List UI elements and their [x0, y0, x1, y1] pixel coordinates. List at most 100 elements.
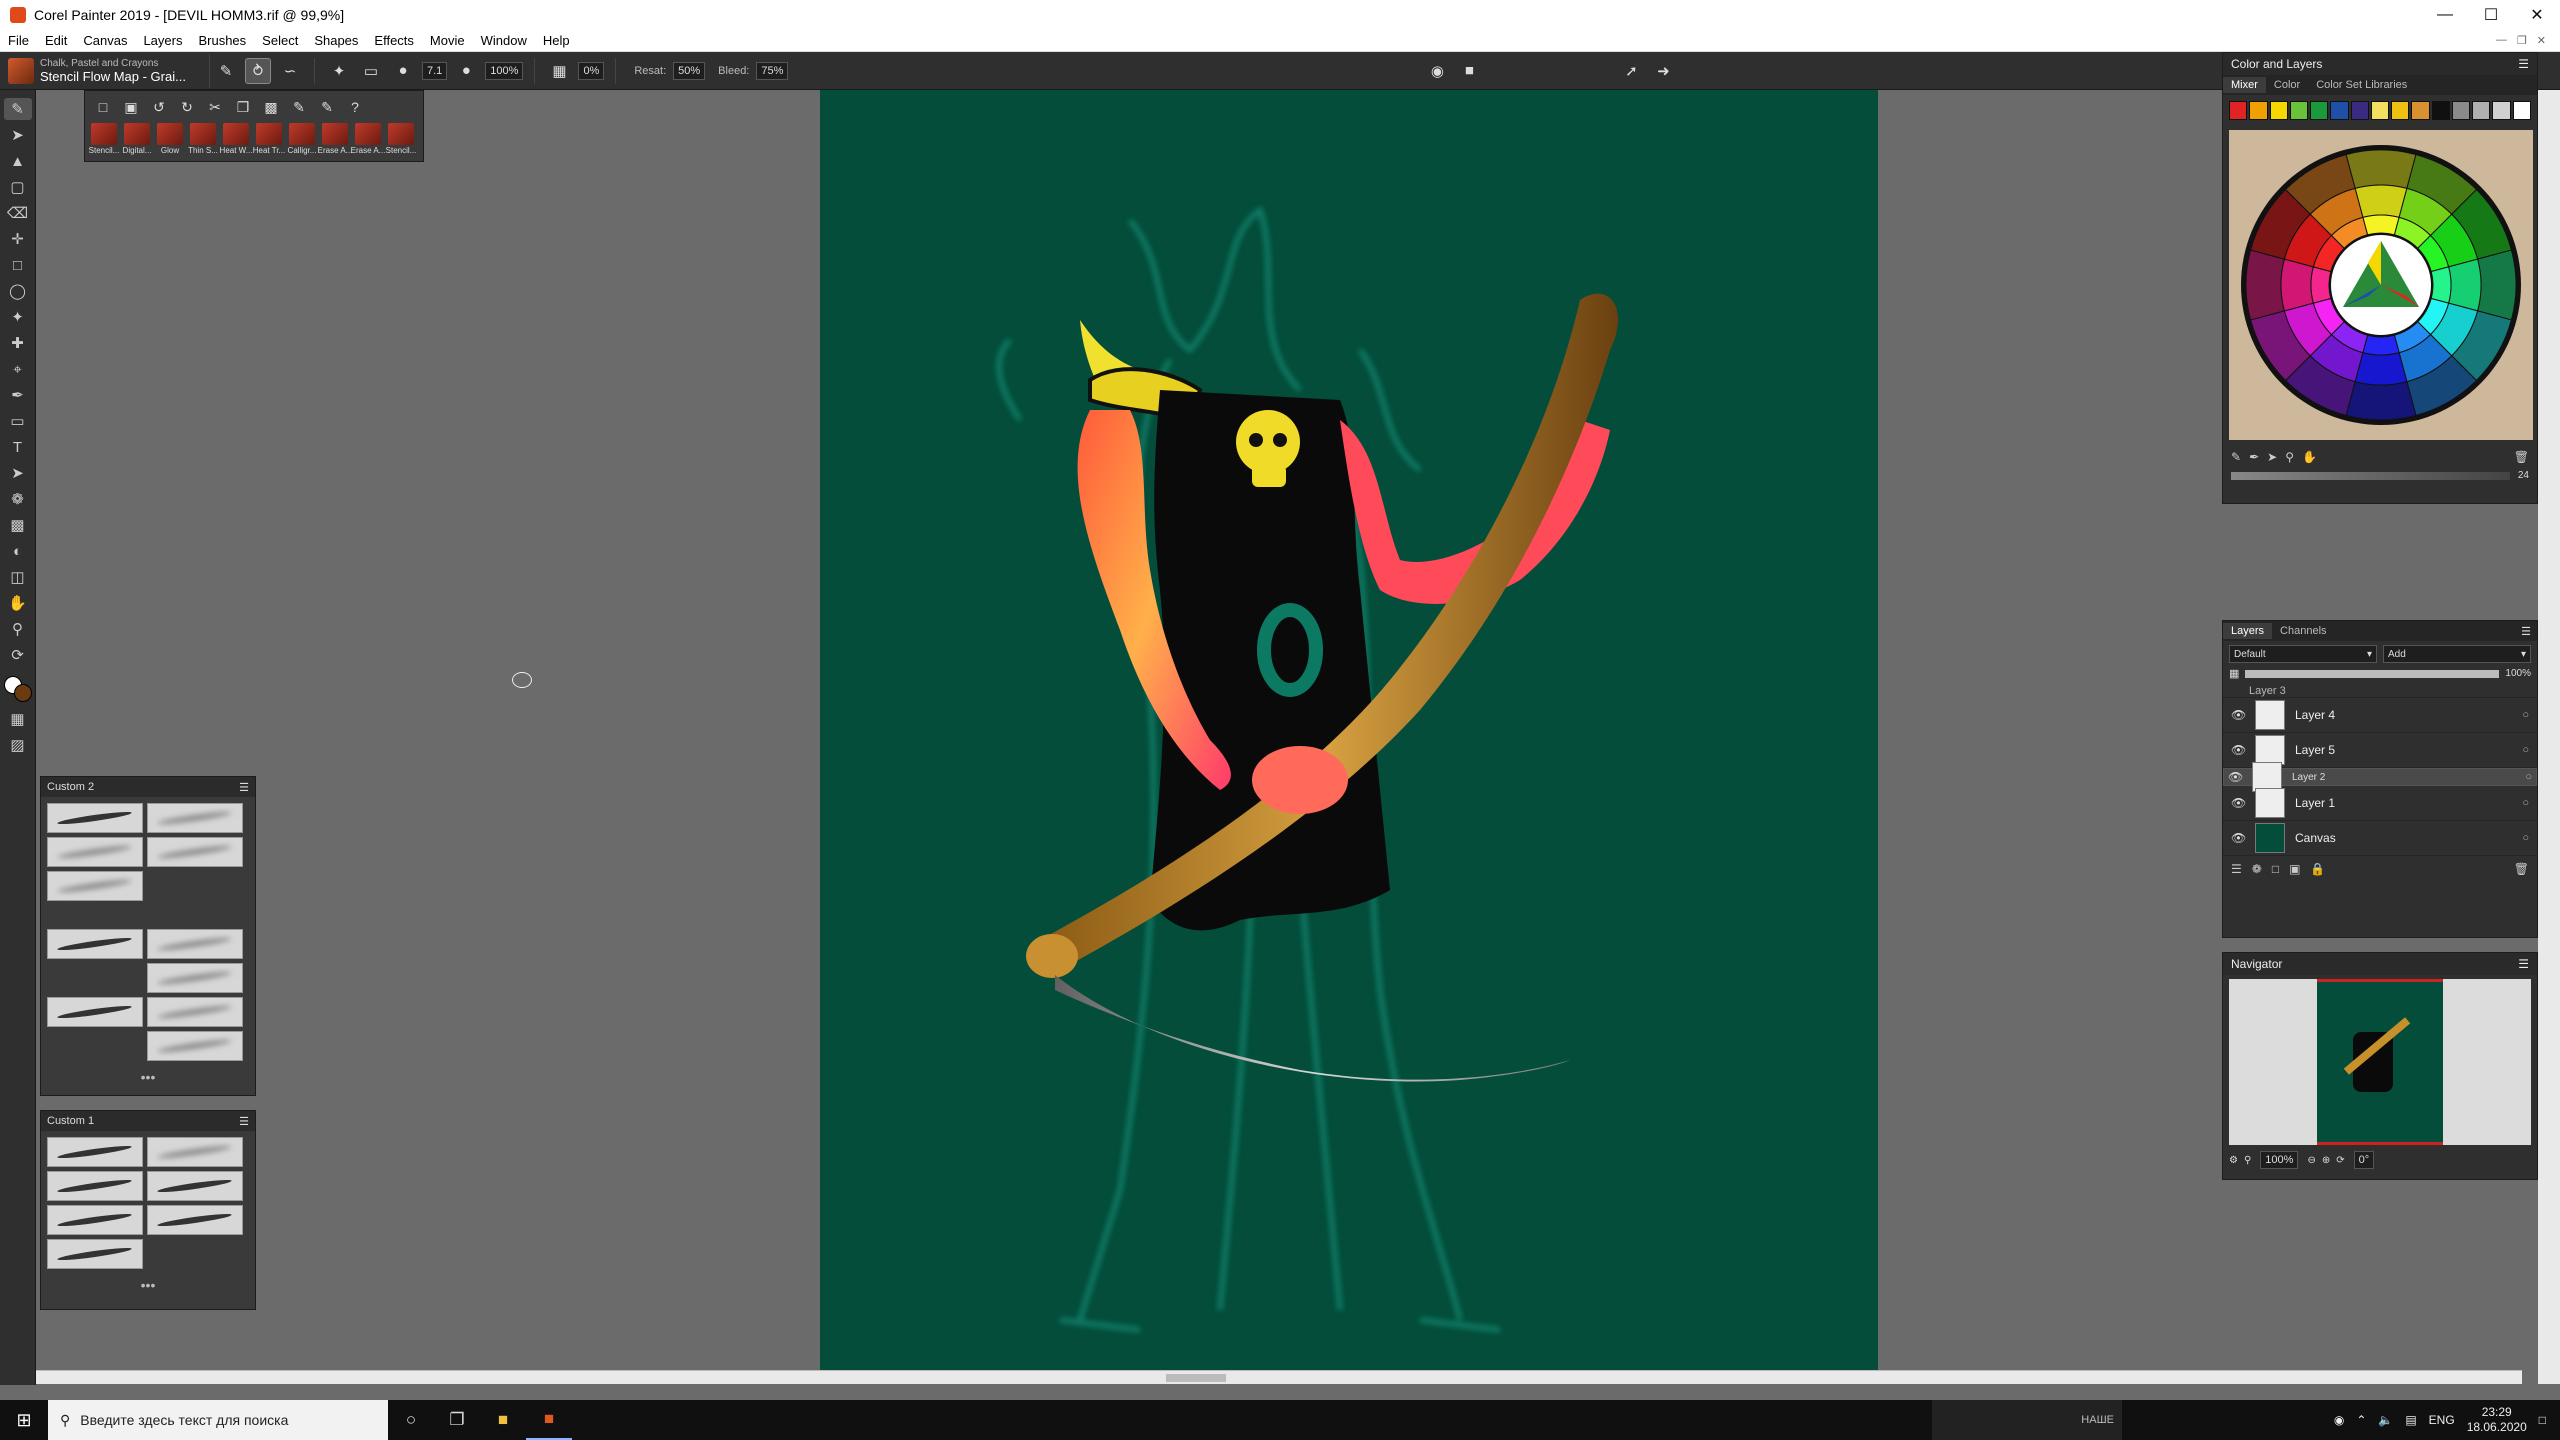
rectangle-shape-tool-icon[interactable]: ▭	[4, 410, 32, 432]
panel-menu-icon[interactable]: ☰	[2518, 57, 2529, 71]
brush-variant-cell[interactable]: Heat Tr...	[253, 123, 285, 157]
color-chip[interactable]	[2512, 101, 2531, 120]
undo-icon[interactable]: ↺	[147, 96, 171, 118]
visibility-eye-icon[interactable]: 👁	[2231, 796, 2249, 810]
brush-tracking-icon[interactable]: ✎	[213, 58, 239, 84]
shape-selection-tool-icon[interactable]: ➤	[4, 462, 32, 484]
brush-preset[interactable]	[47, 803, 143, 833]
crop-tool-icon[interactable]: ⌖	[4, 358, 32, 380]
color-chip[interactable]	[2330, 101, 2349, 120]
layer-row[interactable]: 👁 Canvas ○	[2223, 821, 2537, 856]
minimize-button[interactable]: —	[2422, 0, 2468, 30]
brush-variant-cell[interactable]: Heat W...	[220, 123, 252, 157]
brush-preset[interactable]	[147, 837, 243, 867]
grabber-tool-icon[interactable]: ✋	[4, 592, 32, 614]
volume-icon[interactable]: 🔈	[2378, 1413, 2393, 1427]
dropper-tool-icon[interactable]: ➤	[4, 124, 32, 146]
mixer-brush-icon[interactable]: ✎	[2231, 450, 2241, 464]
layer-lock-icon[interactable]: ○	[2522, 797, 2529, 809]
color-wheel-segment[interactable]	[2362, 334, 2400, 356]
brush-variant-cell[interactable]: Stencil...	[89, 123, 119, 157]
brush-variant-cell[interactable]: Calligr...	[287, 123, 317, 157]
painter-taskbar-icon[interactable]: ■	[526, 1400, 572, 1440]
color-variability-icon[interactable]: ◉	[1424, 58, 1450, 84]
brush-variant-cell[interactable]: Erase A...	[318, 123, 352, 157]
mixer-zoom-icon[interactable]: ⚲	[2285, 450, 2294, 464]
brush-preset[interactable]	[147, 997, 243, 1027]
color-wheel-segment[interactable]	[2430, 266, 2452, 304]
scroll-thumb[interactable]	[1166, 1374, 1226, 1382]
visibility-eye-icon[interactable]: 👁	[2231, 743, 2249, 757]
lasso-tool-icon[interactable]: ◯	[4, 280, 32, 302]
layer-opacity-slider[interactable]	[2245, 669, 2500, 678]
grain-field[interactable]: 0%	[578, 61, 605, 80]
visibility-eye-icon[interactable]: 👁	[2231, 708, 2249, 722]
color-wheel-segment[interactable]	[2280, 258, 2314, 312]
delete-layer-icon[interactable]: 🗑	[2514, 862, 2529, 876]
color-wheel-segment[interactable]	[2448, 258, 2482, 312]
navigator-settings-icon[interactable]: ⚙	[2229, 1155, 2238, 1166]
menu-file[interactable]: File	[0, 33, 37, 48]
mixer-pan-icon[interactable]: ✋	[2302, 450, 2317, 464]
menu-effects[interactable]: Effects	[366, 33, 422, 48]
layer-row-selected[interactable]: 👁 Layer 2 ○	[2223, 762, 2537, 792]
menu-window[interactable]: Window	[473, 33, 535, 48]
panel-menu-icon[interactable]: ☰	[2518, 957, 2529, 971]
tab-channels[interactable]: Channels	[2272, 623, 2334, 639]
zoom-in-icon[interactable]: ⊕	[2322, 1155, 2330, 1166]
navigator-preview[interactable]	[2229, 979, 2531, 1145]
brush-variant-cell[interactable]: Thin S...	[188, 123, 218, 157]
brush-cleaner-icon[interactable]: ✎	[287, 96, 311, 118]
brush-controls-icon[interactable]: ✎	[315, 96, 339, 118]
visibility-eye-icon[interactable]: 👁	[2228, 770, 2246, 784]
tab-color[interactable]: Color	[2266, 77, 2308, 93]
color-wheel-segment[interactable]	[2354, 184, 2408, 218]
dynamic-plugins-icon[interactable]: ❁	[2252, 862, 2262, 876]
windows-start-icon[interactable]: ⊞	[0, 1400, 48, 1440]
brush-preset[interactable]	[147, 963, 243, 993]
layer-commands-icon[interactable]: ☰	[2231, 862, 2242, 876]
layer-lock-icon[interactable]: ○	[2525, 771, 2532, 783]
mixer-dropper-icon[interactable]: ➤	[2267, 450, 2277, 464]
brush-preset[interactable]	[47, 1239, 143, 1269]
notification-icon[interactable]: □	[2539, 1413, 2546, 1427]
maximize-button[interactable]: ☐	[2468, 0, 2514, 30]
doc-minimize-icon[interactable]: —	[2496, 34, 2507, 47]
color-chip[interactable]	[2289, 101, 2309, 120]
help-icon[interactable]: ?	[343, 96, 367, 118]
mixer-trash-icon[interactable]: 🗑	[2514, 450, 2529, 464]
lock-layer-icon[interactable]: 🔒	[2310, 862, 2325, 876]
color-wheel-segment[interactable]	[2354, 352, 2408, 386]
redo-icon[interactable]: ↻	[175, 96, 199, 118]
clock[interactable]: 23:29 18.06.2020	[2467, 1405, 2527, 1435]
brush-variant-cell[interactable]: Glow	[155, 123, 185, 157]
cut-icon[interactable]: ✂	[203, 96, 227, 118]
create-mask-icon[interactable]: ▣	[2289, 862, 2300, 876]
file-explorer-icon[interactable]: ■	[480, 1400, 526, 1440]
magnifier-tool-icon[interactable]: ⚲	[4, 618, 32, 640]
brush-preset[interactable]	[47, 837, 143, 867]
brush-preset[interactable]	[47, 1171, 143, 1201]
freehand-stroke-icon[interactable]: ⥁	[245, 57, 271, 84]
dodge-tool-icon[interactable]: ◐	[4, 540, 32, 562]
color-chip[interactable]	[2370, 101, 2390, 120]
color-wheel-segment[interactable]	[2476, 249, 2517, 321]
mixer-size-slider[interactable]	[2231, 471, 2510, 480]
menu-help[interactable]: Help	[535, 33, 578, 48]
paint-bucket-tool-icon[interactable]: ▲	[4, 150, 32, 172]
color-expression-icon[interactable]: ■	[1456, 58, 1482, 84]
visibility-eye-icon[interactable]: 👁	[2231, 831, 2249, 845]
menu-select[interactable]: Select	[254, 33, 306, 48]
composite-method-select[interactable]: Default ▾	[2229, 645, 2377, 663]
taskbar-search-box[interactable]: ⚲ Введите здесь текст для поиска	[48, 1400, 388, 1440]
transform-tool-icon[interactable]: ✚	[4, 332, 32, 354]
brush-preset[interactable]	[47, 871, 143, 901]
color-chip[interactable]	[2249, 101, 2268, 120]
lang-indicator[interactable]: ENG	[2429, 1413, 2455, 1427]
palette-menu-icon[interactable]: ☰	[239, 1115, 249, 1128]
layer-row[interactable]: Layer 3	[2223, 684, 2537, 698]
brush-preset[interactable]	[47, 1137, 143, 1167]
brush-preset[interactable]	[147, 1205, 243, 1235]
cortana-icon[interactable]: ○	[388, 1400, 434, 1440]
new-layer-icon[interactable]: □	[2272, 862, 2279, 876]
